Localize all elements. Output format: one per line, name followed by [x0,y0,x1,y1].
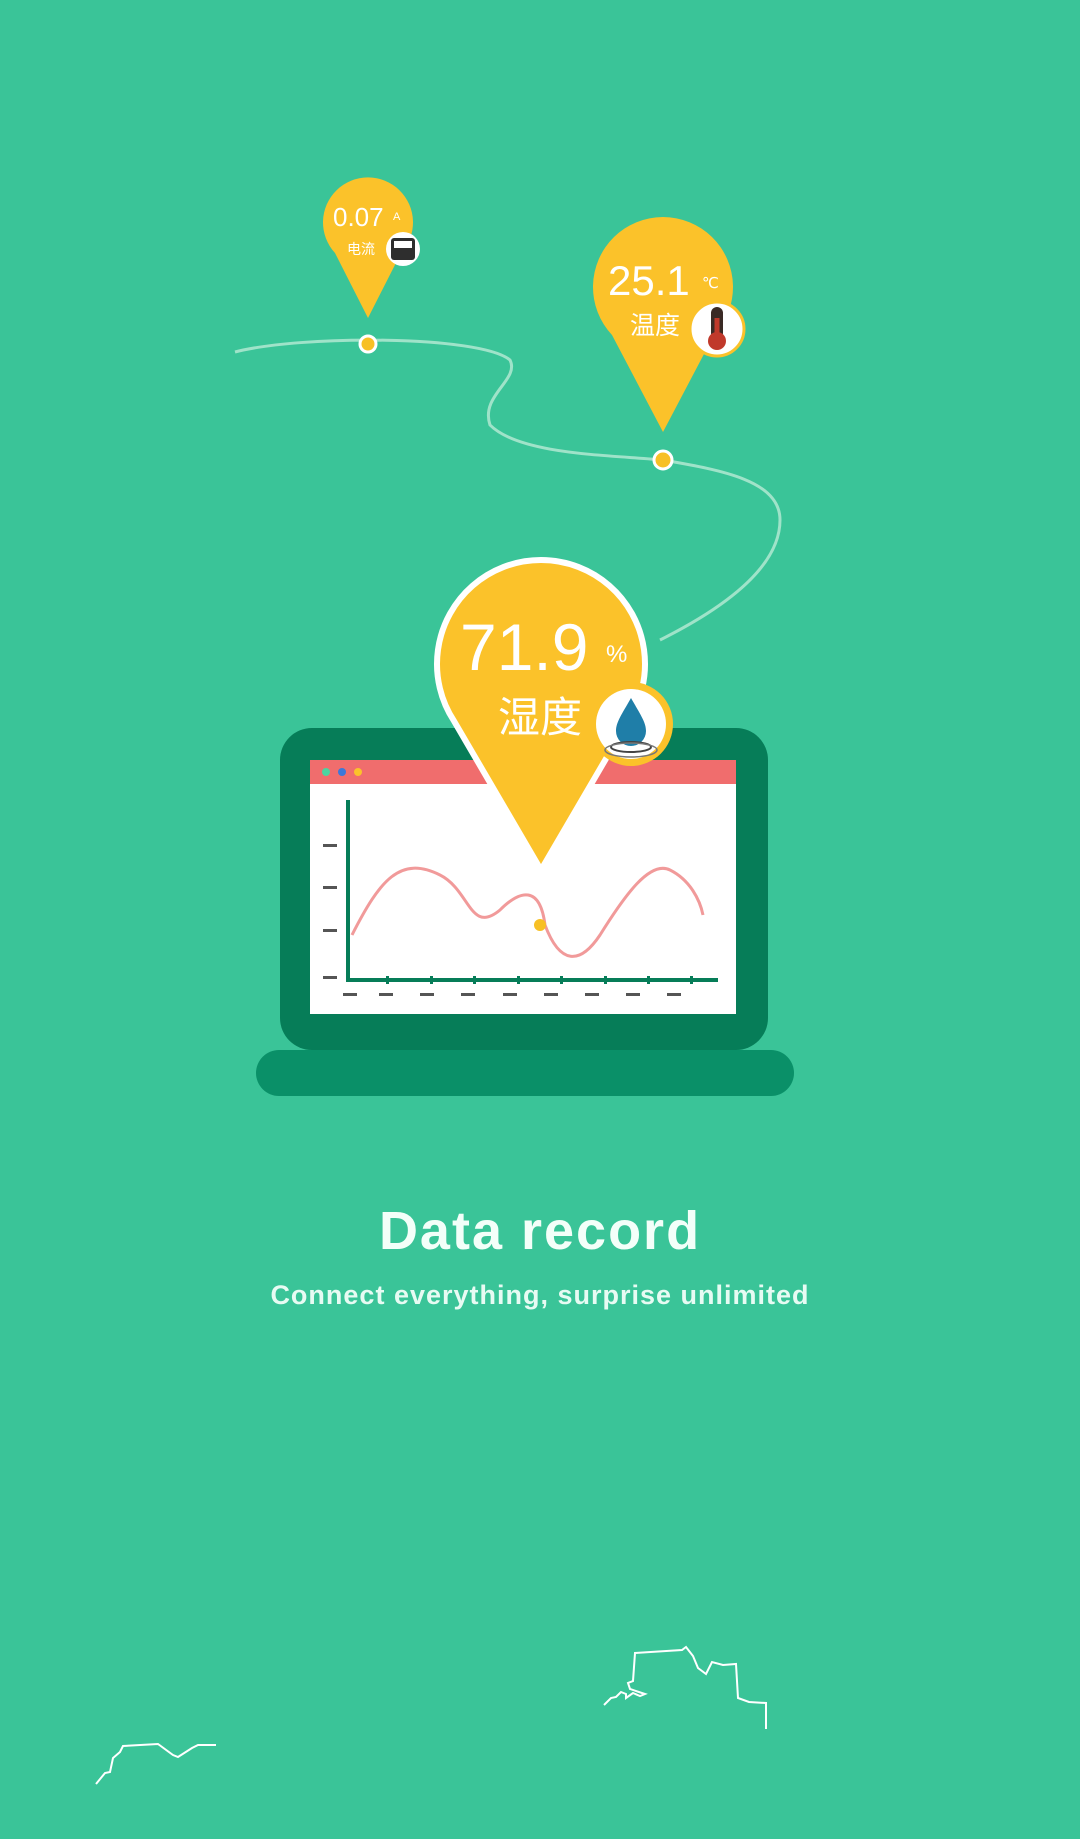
window-dot [322,768,330,776]
temperature-unit: ℃ [702,274,719,292]
current-label: 电流 [347,242,375,258]
temperature-pin: 25.1 ℃ 温度 [593,217,746,432]
thermometer-icon [688,300,746,358]
onboarding-title: Data record [378,1201,702,1261]
temperature-label: 温度 [630,311,680,340]
temperature-value: 25.1 [608,257,690,304]
route-dot [358,334,378,354]
decorative-outline [603,1645,767,1729]
laptop-base [256,1050,794,1096]
chart-dot [534,919,546,931]
window-dot [354,768,362,776]
illustration: 0.07 A 电流 25.1 ℃ 温度 71.9 % 湿度 [95,177,794,1785]
window-dot [338,768,346,776]
current-value: 0.07 [333,202,384,232]
humidity-label: 湿度 [498,693,582,742]
water-drop-icon [589,682,673,766]
onboarding-subtitle: Connect everything, surprise unlimited [270,1280,810,1310]
humidity-unit: % [606,641,627,668]
route-dot [652,449,674,471]
ammeter-icon [386,232,420,266]
decorative-outline [95,1742,216,1785]
current-unit: A [393,211,401,223]
current-pin: 0.07 A 电流 [323,177,420,318]
humidity-value: 71.9 [460,610,588,684]
